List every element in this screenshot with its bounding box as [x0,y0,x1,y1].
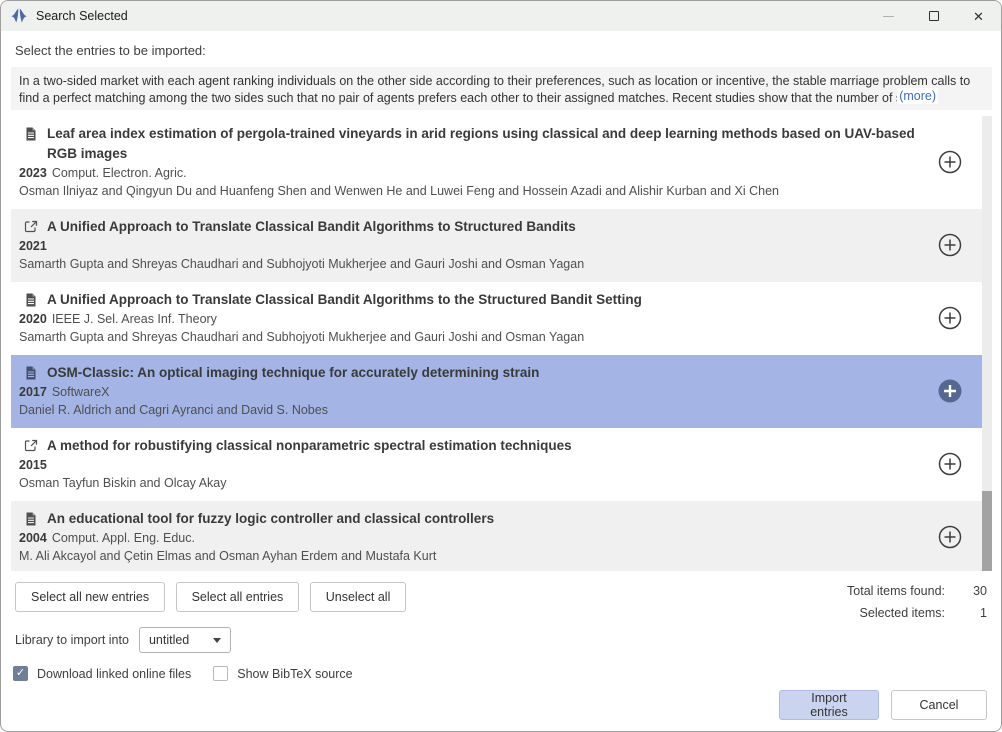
window-title: Search Selected [36,9,866,23]
close-icon: ✕ [973,10,984,23]
entry-row[interactable]: An educational tool for fuzzy logic cont… [11,501,982,571]
entry-row[interactable]: Leaf area index estimation of pergola-tr… [11,116,982,209]
abstract-text: In a two-sided market with each agent ra… [19,74,970,105]
entry-year: 2020 [19,312,47,326]
entry-title: Leaf area index estimation of pergola-tr… [47,124,928,164]
cancel-button[interactable]: Cancel [891,690,987,720]
entry-row-selected[interactable]: OSM-Classic: An optical imaging techniqu… [11,355,982,428]
selection-controls: Select all new entries Select all entrie… [15,582,987,614]
close-button[interactable]: ✕ [956,1,1001,31]
entry-authors: Osman Tayfun Biskin and Olcay Akay [19,474,928,492]
library-selected-option: untitled [149,633,213,647]
entry-year: 2015 [19,458,47,472]
add-entry-button[interactable] [936,231,964,259]
external-link-icon [23,219,39,235]
entry-authors: Osman Ilniyaz and Qingyun Du and Huanfen… [19,182,928,200]
add-entry-button[interactable] [936,304,964,332]
select-all-entries-button[interactable]: Select all entries [176,582,300,612]
show-bibtex-checkbox[interactable] [213,666,228,681]
download-files-checkbox[interactable]: ✓ [13,666,28,681]
show-bibtex-label: Show BibTeX source [237,667,352,681]
library-selector-row: Library to import into untitled [15,627,987,653]
entry-year: 2017 [19,385,47,399]
maximize-icon [929,11,939,21]
scrollbar-thumb[interactable] [982,491,992,571]
file-text-icon [23,126,39,142]
entry-list: Leaf area index estimation of pergola-tr… [11,116,992,571]
select-all-new-entries-button[interactable]: Select all new entries [15,582,165,612]
file-text-icon [23,292,39,308]
library-label: Library to import into [15,633,129,647]
minimize-icon [883,16,894,17]
library-select[interactable]: untitled [139,627,231,653]
unselect-all-button[interactable]: Unselect all [310,582,407,612]
entry-title: OSM-Classic: An optical imaging techniqu… [47,363,539,383]
total-items-value: 30 [957,584,987,598]
entry-journal: Comput. Electron. Agric. [52,166,187,180]
entry-journal: SoftwareX [52,385,110,399]
entry-journal: IEEE J. Sel. Areas Inf. Theory [52,312,217,326]
add-entry-button[interactable] [936,377,964,405]
entry-authors: Samarth Gupta and Shreyas Chaudhari and … [19,328,928,346]
entry-year: 2004 [19,531,47,545]
external-link-icon [23,438,39,454]
entry-authors: Daniel R. Aldrich and Cagri Ayranci and … [19,401,928,419]
import-options: ✓ Download linked online files Show BibT… [13,666,987,681]
selected-items-label: Selected items: [847,606,945,620]
import-entries-button[interactable]: Import entries [779,690,879,720]
more-link[interactable]: (more) [897,88,938,105]
download-files-label: Download linked online files [37,667,191,681]
entry-authors: Samarth Gupta and Shreyas Chaudhari and … [19,255,928,273]
selected-items-value: 1 [957,606,987,620]
titlebar: Search Selected ✕ [1,1,1001,31]
entry-year: 2021 [19,239,47,253]
entry-journal: Comput. Appl. Eng. Educ. [52,531,195,545]
search-selected-dialog: Search Selected ✕ Select the entries to … [0,0,1002,732]
entry-authors: M. Ali Akcayol and Çetin Elmas and Osman… [19,547,928,565]
add-entry-button[interactable] [936,523,964,551]
total-items-label: Total items found: [847,584,945,598]
entry-row[interactable]: A Unified Approach to Translate Classica… [11,209,982,282]
file-text-icon [23,365,39,381]
jabref-logo-icon [10,7,28,25]
list-scrollbar[interactable] [982,116,992,571]
entry-row[interactable]: A method for robustifying classical nonp… [11,428,982,501]
result-stats: Total items found: 30 Selected items: 1 [847,584,987,620]
file-text-icon [23,511,39,527]
entry-title: A method for robustifying classical nonp… [47,436,572,456]
add-entry-button[interactable] [936,148,964,176]
abstract-summary: In a two-sided market with each agent ra… [11,67,992,110]
add-entry-button[interactable] [936,450,964,478]
minimize-button[interactable] [866,1,911,31]
prompt-label: Select the entries to be imported: [15,43,987,58]
entry-title: A Unified Approach to Translate Classica… [47,290,642,310]
maximize-button[interactable] [911,1,956,31]
chevron-down-icon [213,638,221,643]
dialog-footer: Import entries Cancel [779,690,987,720]
entry-title: An educational tool for fuzzy logic cont… [47,509,494,529]
entry-year: 2023 [19,166,47,180]
entry-title: A Unified Approach to Translate Classica… [47,217,576,237]
entry-row[interactable]: A Unified Approach to Translate Classica… [11,282,982,355]
